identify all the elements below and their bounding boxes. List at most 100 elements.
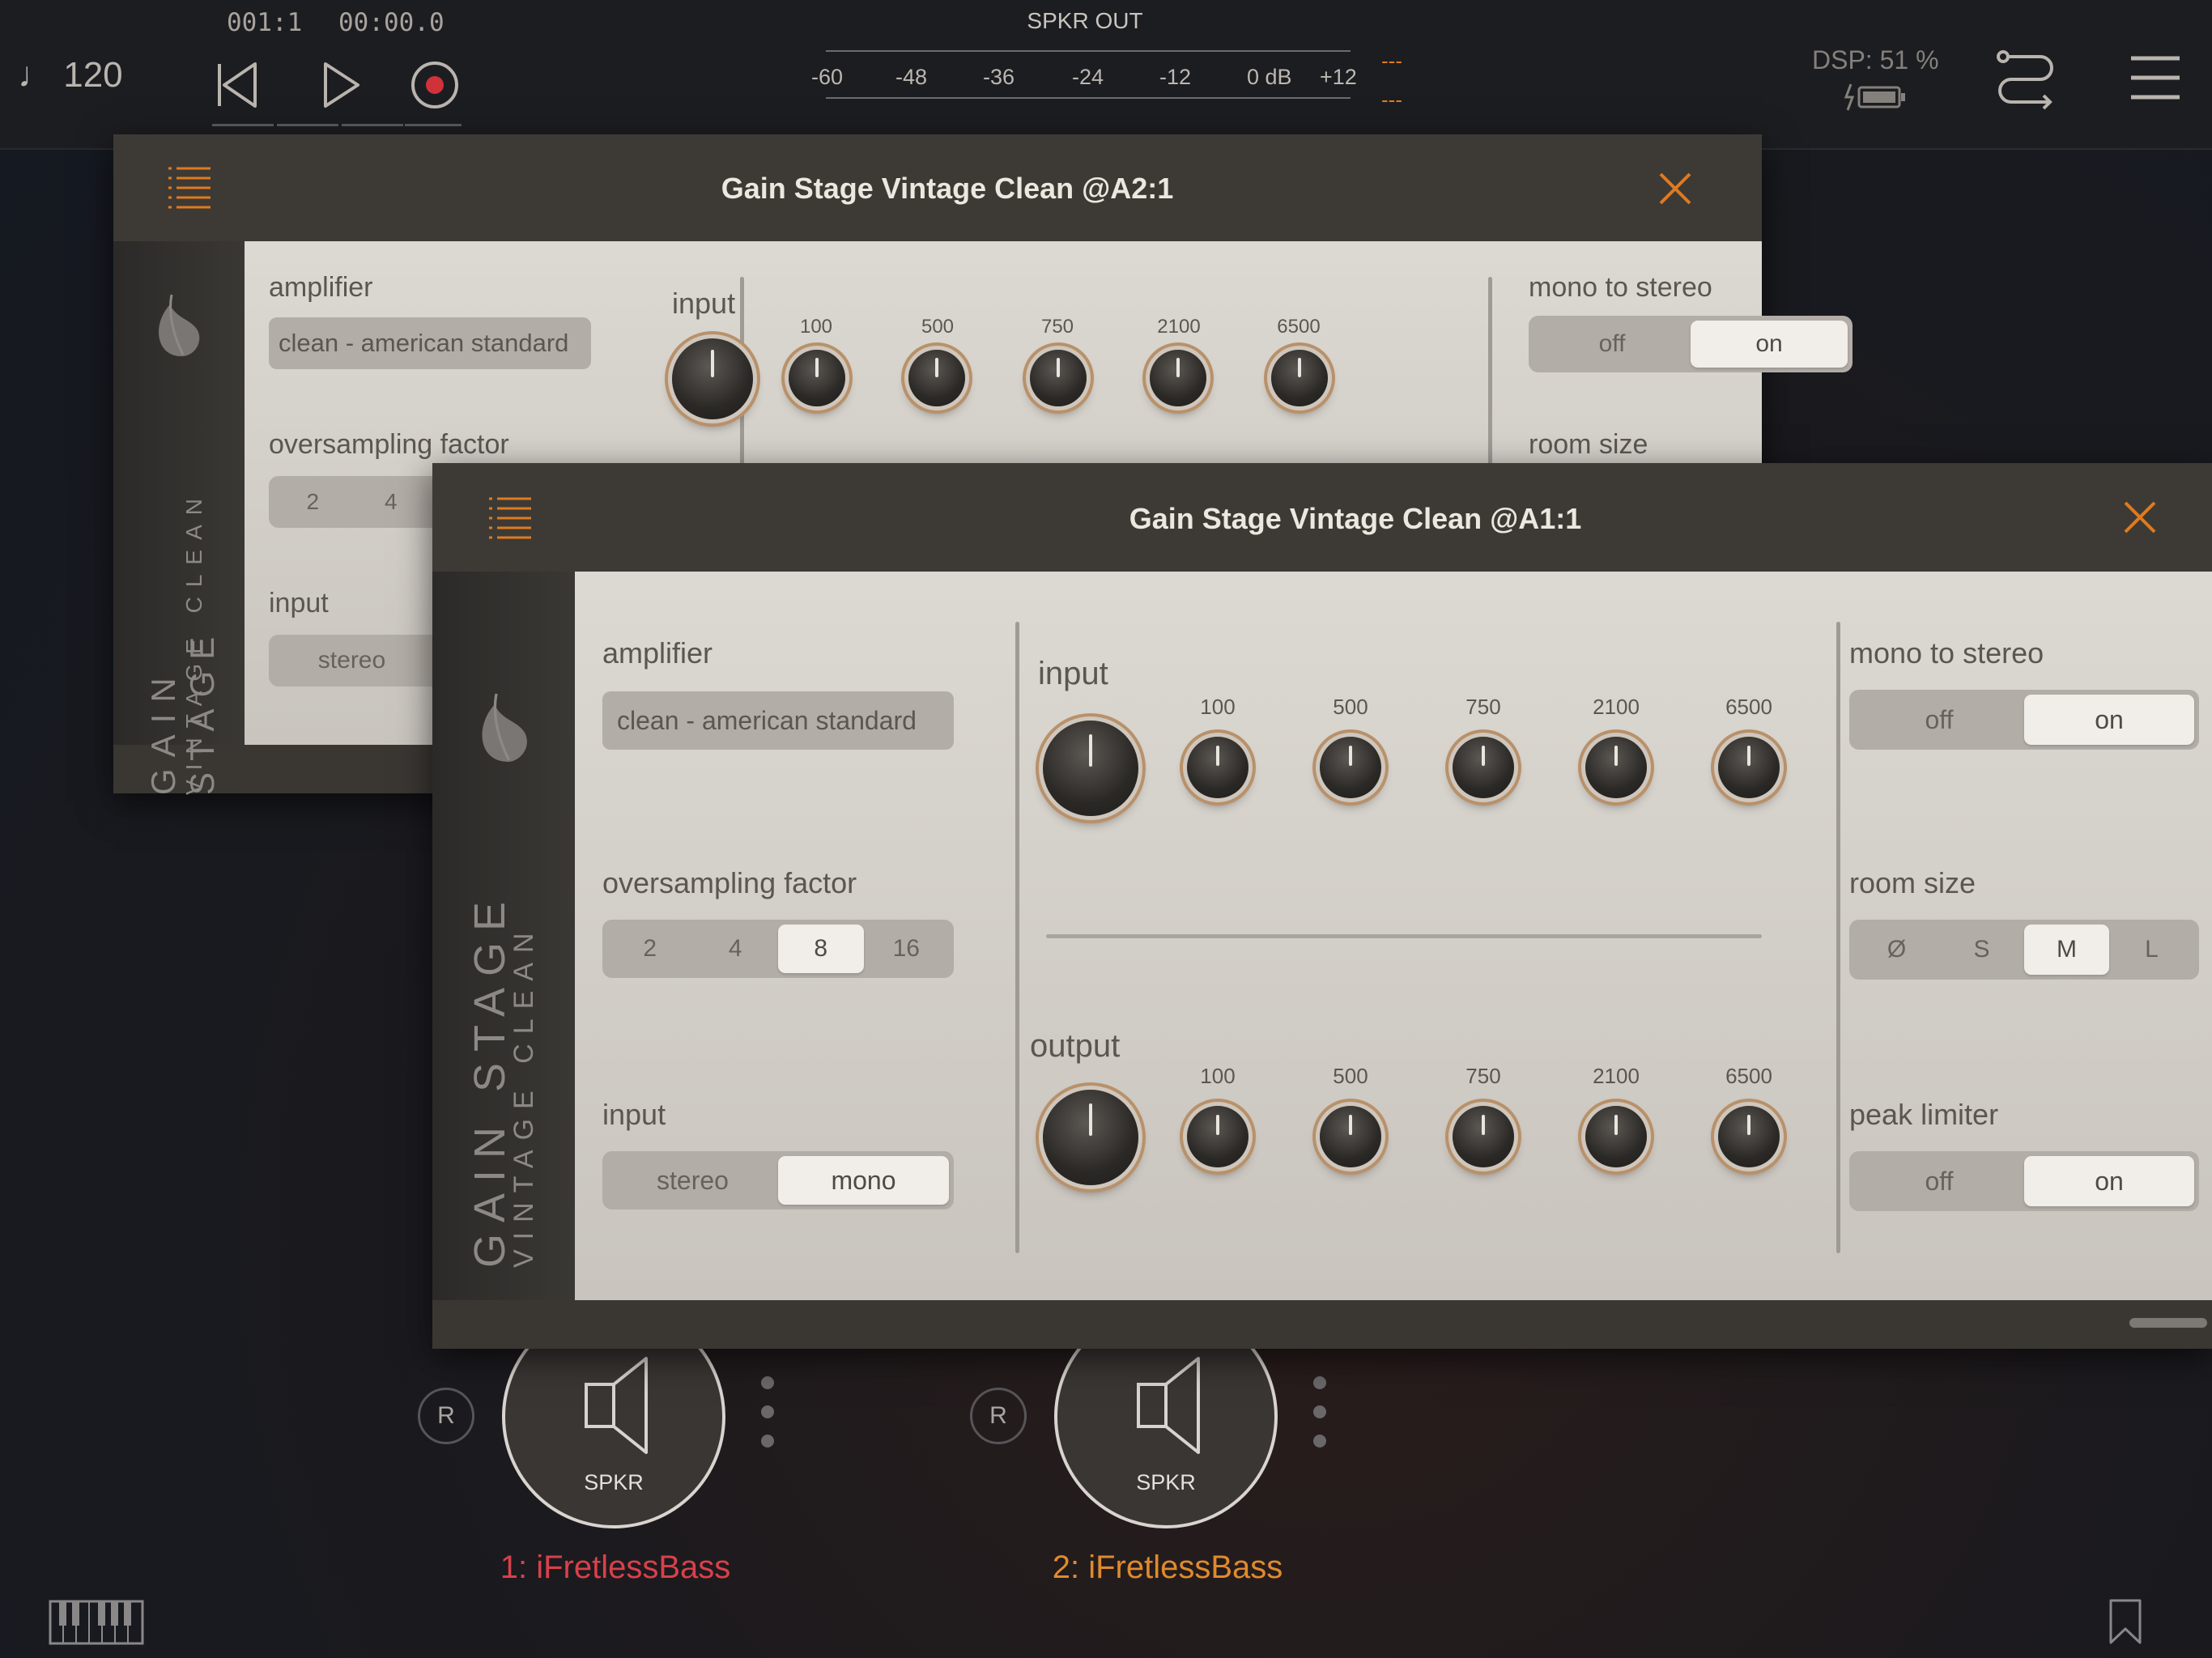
mono-to-stereo-toggle: off on — [1849, 690, 2199, 750]
oversampling-option[interactable]: 2 — [607, 925, 693, 973]
room-size-label: room size — [1529, 429, 1648, 460]
node-label: SPKR — [584, 1470, 644, 1494]
input-gain-knob[interactable] — [1043, 721, 1138, 816]
list-icon[interactable] — [487, 495, 533, 541]
bookmark-icon[interactable] — [2108, 1598, 2142, 1645]
freq-label: 750 — [1465, 695, 1501, 719]
record-arm-button[interactable]: R — [970, 1388, 1027, 1444]
meter-tick: +12 — [1320, 65, 1357, 89]
toggle-on[interactable]: on — [2024, 695, 2194, 745]
record-button[interactable] — [405, 55, 465, 115]
input-gain-knob[interactable] — [672, 338, 753, 419]
room-option[interactable]: L — [2109, 925, 2194, 975]
input-option[interactable]: stereo — [607, 1156, 778, 1205]
output-eq-knob[interactable] — [1453, 1106, 1514, 1167]
section-divider — [1015, 622, 1019, 1253]
drag-handle[interactable] — [1313, 1376, 1328, 1464]
close-icon[interactable] — [2123, 500, 2157, 534]
input-eq-knob[interactable] — [1453, 737, 1514, 798]
oversampling-option[interactable]: 4 — [352, 481, 431, 523]
toggle-off[interactable]: off — [1854, 1156, 2024, 1206]
battery-icon — [1844, 83, 1905, 111]
input-eq-knob[interactable] — [1585, 737, 1647, 798]
oversampling-option[interactable]: 2 — [274, 481, 352, 523]
tempo-display[interactable]: ♩ 120 — [18, 55, 123, 96]
play-icon — [324, 62, 359, 108]
toggle-off[interactable]: off — [1534, 321, 1691, 368]
mono-to-stereo-toggle: off on — [1529, 316, 1853, 372]
output-eq-knob[interactable] — [1320, 1106, 1381, 1167]
oversampling-selector: 2 4 8 16 — [602, 920, 954, 978]
brand-subtitle: VINTAGE CLEAN — [181, 489, 206, 795]
input-eq-knob[interactable] — [1271, 350, 1328, 406]
room-option[interactable]: S — [1939, 925, 2024, 975]
brand-subtitle: VINTAGE CLEAN — [508, 923, 539, 1268]
bar-position: 001:1 — [227, 8, 303, 37]
room-option-selected[interactable]: M — [2024, 925, 2109, 975]
meter-tick: -60 — [811, 65, 844, 89]
menu-icon[interactable] — [2129, 53, 2181, 102]
freq-label: 500 — [1333, 695, 1368, 719]
drag-handle[interactable] — [761, 1376, 776, 1464]
freq-label: 750 — [1465, 1064, 1501, 1088]
mono-to-stereo-label: mono to stereo — [1849, 636, 2044, 670]
input-eq-knob[interactable] — [1320, 737, 1381, 798]
freq-label: 6500 — [1725, 1064, 1772, 1088]
transport-underline — [342, 124, 403, 126]
toggle-on[interactable]: on — [1691, 321, 1848, 368]
amplifier-select[interactable]: clean - american standard — [269, 317, 591, 369]
freq-label: 500 — [921, 316, 955, 338]
input-eq-knob[interactable] — [1187, 737, 1249, 798]
resize-handle[interactable] — [2129, 1318, 2207, 1328]
freq-label: 750 — [1040, 316, 1074, 338]
input-eq-knob[interactable] — [1150, 350, 1206, 406]
window-title: Gain Stage Vintage Clean @A1:1 — [1129, 502, 1582, 535]
close-icon[interactable] — [1658, 172, 1692, 206]
meter-tick: -36 — [983, 65, 1015, 89]
transport-underline — [277, 124, 338, 126]
freq-label: 6500 — [1725, 695, 1772, 719]
room-option[interactable]: Ø — [1854, 925, 1939, 975]
play-button[interactable] — [311, 55, 371, 115]
oversampling-option-selected[interactable]: 8 — [778, 925, 864, 973]
oversampling-option[interactable]: 4 — [693, 925, 779, 973]
rewind-button[interactable] — [207, 55, 267, 115]
toggle-off[interactable]: off — [1854, 695, 2024, 745]
oversampling-label: oversampling factor — [269, 429, 509, 460]
output-eq-knob[interactable] — [1718, 1106, 1780, 1167]
input-option-selected[interactable]: mono — [778, 1156, 949, 1205]
input-label: input — [602, 1098, 666, 1131]
input-eq-knob[interactable] — [1030, 350, 1087, 406]
peak-limiter-toggle: off on — [1849, 1151, 2199, 1211]
brand-sidebar: GAIN STAGE VINTAGE CLEAN — [113, 241, 245, 795]
keyboard-icon[interactable] — [49, 1600, 144, 1645]
input-eq-knob[interactable] — [1718, 737, 1780, 798]
freq-label: 6500 — [1277, 316, 1321, 338]
track-name[interactable]: 2: iFretlessBass — [965, 1550, 1370, 1586]
brand-title: GAIN STAGE — [466, 890, 514, 1268]
output-meter[interactable]: -60 -48 -36 -24 -12 0 dB +12 — [811, 47, 1360, 108]
output-eq-knob[interactable] — [1585, 1106, 1647, 1167]
window-header: Gain Stage Vintage Clean @A2:1 — [113, 134, 1762, 241]
oversampling-label: oversampling factor — [602, 866, 857, 899]
oversampling-option[interactable]: 16 — [864, 925, 950, 973]
leaf-icon — [159, 294, 200, 357]
routing-icon[interactable] — [1993, 47, 2058, 112]
output-gain-knob[interactable] — [1043, 1090, 1138, 1185]
list-icon[interactable] — [167, 165, 212, 210]
input-eq-knob[interactable] — [908, 350, 965, 406]
speaker-icon — [1137, 1357, 1200, 1454]
section-divider — [1836, 622, 1840, 1253]
freq-label: 2100 — [1593, 1064, 1640, 1088]
input-eq-knob[interactable] — [789, 350, 845, 406]
transport-underline — [405, 124, 462, 126]
toggle-on[interactable]: on — [2024, 1156, 2194, 1206]
freq-label: 2100 — [1157, 316, 1201, 338]
output-eq-knob[interactable] — [1187, 1106, 1249, 1167]
transport-bar: ♩ 120 001:1 00:00.0 SPKR OUT -60 -48 -36… — [0, 0, 2212, 150]
track-name[interactable]: 1: iFretlessBass — [413, 1550, 818, 1586]
input-option[interactable]: stereo — [274, 640, 430, 682]
amplifier-select[interactable]: clean - american standard — [602, 691, 954, 750]
leaf-icon — [482, 693, 527, 762]
record-arm-button[interactable]: R — [418, 1388, 474, 1444]
